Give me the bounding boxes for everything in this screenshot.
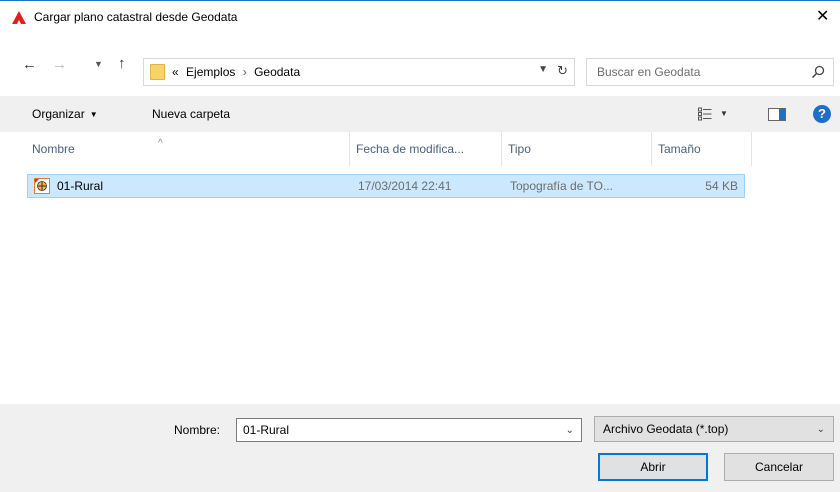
- file-date: 17/03/2014 22:41: [358, 179, 452, 193]
- view-dropdown-icon[interactable]: ▼: [720, 109, 728, 118]
- file-name-label: Nombre:: [174, 423, 221, 437]
- new-folder-button[interactable]: Nueva carpeta: [152, 107, 230, 121]
- address-dropdown-chevron-icon[interactable]: ▼: [538, 64, 548, 75]
- up-arrow-icon[interactable]: ↑: [118, 55, 126, 72]
- command-toolbar: Organizar ▼ Nueva carpeta ▼ ?: [0, 96, 840, 132]
- file-name-dropdown-icon[interactable]: ⌄: [566, 425, 574, 436]
- column-header-date-label: Fecha de modifica...: [356, 142, 465, 156]
- file-type-select[interactable]: Archivo Geodata (*.top) ⌄: [594, 416, 834, 442]
- organize-button[interactable]: Organizar ▼: [32, 107, 98, 121]
- column-header-size[interactable]: Tamaño: [652, 132, 752, 166]
- table-row[interactable]: 01-Rural 17/03/2014 22:41 Topografía de …: [27, 174, 745, 198]
- refresh-icon[interactable]: ↻: [557, 63, 568, 79]
- chevron-down-icon: ⌄: [816, 424, 825, 435]
- file-name: 01-Rural: [57, 179, 104, 193]
- open-button[interactable]: Abrir: [598, 453, 708, 481]
- preview-pane-icon[interactable]: [768, 108, 786, 121]
- file-size: 54 KB: [705, 179, 738, 193]
- recent-locations-chevron-icon[interactable]: ▼: [94, 59, 103, 69]
- sort-ascending-icon: ^: [158, 138, 163, 149]
- file-type: Topografía de TO...: [510, 179, 613, 193]
- caret-down-icon: ▼: [89, 110, 98, 119]
- folder-icon: [150, 64, 165, 80]
- breadcrumb-overflow[interactable]: «: [172, 65, 179, 79]
- file-type-value: Archivo Geodata (*.top): [603, 422, 729, 436]
- file-name-input[interactable]: 01-Rural ⌄: [236, 418, 582, 442]
- file-list: Nombre Fecha de modifica... Tipo Tamaño: [26, 132, 840, 404]
- address-bar[interactable]: « Ejemplos › Geodata ▼ ↻: [143, 58, 575, 86]
- search-icon[interactable]: [811, 65, 825, 79]
- organize-label: Organizar: [32, 107, 85, 121]
- search-input[interactable]: Buscar en Geodata: [586, 58, 834, 86]
- forward-arrow-icon[interactable]: →: [52, 56, 67, 73]
- app-logo-icon: [12, 11, 26, 24]
- geodata-file-icon: [34, 178, 50, 194]
- column-header-type[interactable]: Tipo: [502, 132, 652, 166]
- breadcrumb-separator-icon[interactable]: ›: [243, 65, 247, 79]
- breadcrumb-item-ejemplos[interactable]: Ejemplos: [186, 65, 235, 79]
- window-title: Cargar plano catastral desde Geodata: [34, 10, 238, 24]
- breadcrumb: « Ejemplos › Geodata: [172, 65, 300, 79]
- title-bar: Cargar plano catastral desde Geodata ✕: [0, 0, 840, 34]
- close-icon[interactable]: ✕: [816, 1, 840, 34]
- column-header-name[interactable]: Nombre: [26, 132, 350, 166]
- breadcrumb-item-geodata[interactable]: Geodata: [254, 65, 300, 79]
- file-name-value: 01-Rural: [243, 423, 290, 437]
- view-options-icon[interactable]: [698, 107, 712, 121]
- back-arrow-icon[interactable]: ←: [22, 56, 37, 73]
- column-header-size-label: Tamaño: [658, 142, 701, 156]
- cancel-button[interactable]: Cancelar: [724, 453, 834, 481]
- column-header-name-label: Nombre: [32, 142, 75, 156]
- help-icon[interactable]: ?: [813, 105, 831, 123]
- search-placeholder: Buscar en Geodata: [597, 65, 701, 79]
- column-header-date[interactable]: Fecha de modifica...: [350, 132, 502, 166]
- column-header-type-label: Tipo: [508, 142, 531, 156]
